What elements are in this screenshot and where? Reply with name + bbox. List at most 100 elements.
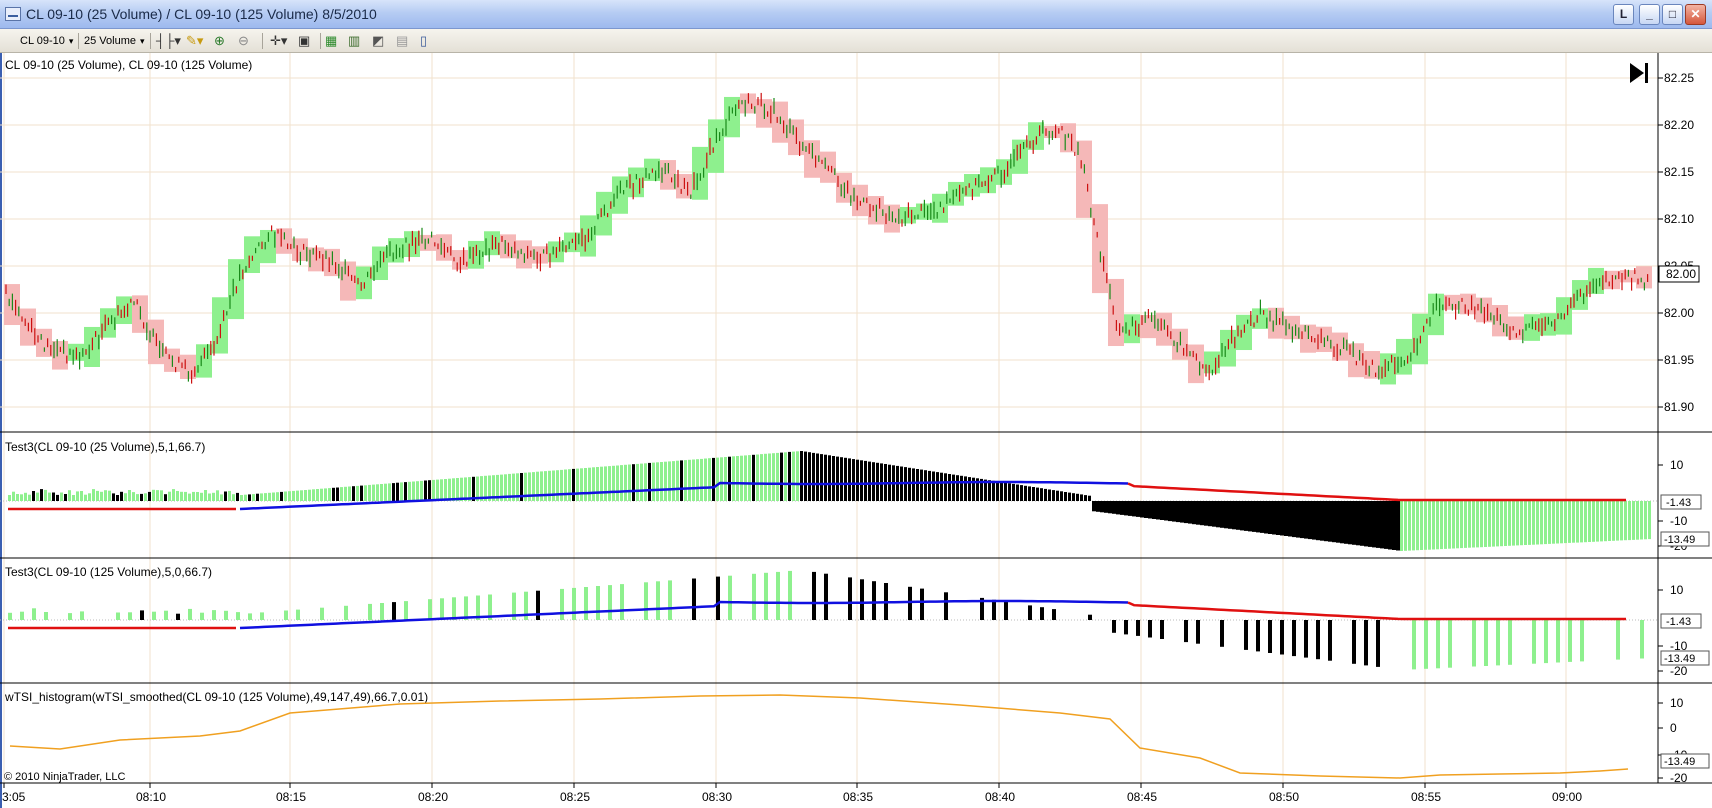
histogram-bar-test3-25 xyxy=(1492,501,1495,547)
histogram-bar-test3-25 xyxy=(1584,501,1587,543)
histogram-bar-test3-25 xyxy=(1128,501,1132,516)
histogram-bar-test3-125 xyxy=(32,608,36,620)
histogram-bar-test3-25 xyxy=(1572,501,1575,543)
histogram-bar-test3-25 xyxy=(28,494,31,501)
histogram-bar-test3-25 xyxy=(152,489,155,501)
histogram-bar-test3-25 xyxy=(12,491,15,501)
histogram-bar-test3-25 xyxy=(440,479,443,501)
histogram-bar-test3-25 xyxy=(728,456,731,501)
chart-trader-icon[interactable]: ▤ xyxy=(396,33,408,49)
histogram-bar-test3-125 xyxy=(116,612,120,620)
histogram-bar-test3-125 xyxy=(848,577,852,620)
indicator-panel-label: Test3(CL 09-10 (25 Volume),5,1,66.7) xyxy=(5,440,205,454)
instrument-selector[interactable]: CL 09-10 xyxy=(20,32,73,50)
histogram-bar-test3-125 xyxy=(1364,620,1368,666)
histogram-bar-test3-25 xyxy=(964,476,967,501)
histogram-bar-test3-25 xyxy=(252,494,255,501)
histogram-bar-test3-25 xyxy=(104,490,107,501)
histogram-bar-test3-25 xyxy=(288,491,291,501)
histogram-bar-test3-25 xyxy=(560,469,563,501)
maximize-button[interactable]: □ xyxy=(1662,4,1683,25)
indicators-icon[interactable]: ▥ xyxy=(348,33,360,49)
close-button[interactable]: ✕ xyxy=(1685,4,1706,25)
histogram-bar-test3-25 xyxy=(1328,501,1332,542)
histogram-bar-test3-25 xyxy=(1616,501,1619,541)
time-tick-label: 09:00 xyxy=(1552,790,1582,804)
histogram-bar-test3-25 xyxy=(612,465,615,501)
histogram-bar-test3-25 xyxy=(248,494,251,501)
zoom-out-icon[interactable]: ⊖ xyxy=(238,33,249,49)
window-title: CL 09-10 (25 Volume) / CL 09-10 (125 Vol… xyxy=(26,6,377,22)
histogram-bar-test3-25 xyxy=(416,481,419,501)
histogram-bar-test3-25 xyxy=(736,456,739,501)
histogram-bar-test3-25 xyxy=(1252,501,1256,532)
histogram-bar-test3-25 xyxy=(1148,501,1152,519)
histogram-bar-test3-25 xyxy=(336,487,339,501)
histogram-bar-test3-25 xyxy=(1532,501,1535,545)
histogram-bar-test3-25 xyxy=(1352,501,1356,545)
histogram-bar-test3-125 xyxy=(8,612,12,620)
histogram-bar-test3-25 xyxy=(744,455,747,501)
data-box-icon[interactable]: ▣ xyxy=(298,33,310,49)
minimize-button[interactable]: _ xyxy=(1639,4,1660,25)
histogram-bar-test3-25 xyxy=(592,467,595,501)
histogram-bar-test3-25 xyxy=(1460,501,1463,549)
histogram-bar-test3-25 xyxy=(824,454,827,501)
strategies-icon[interactable]: ◩ xyxy=(372,33,384,49)
chart-canvas[interactable]: 82.2582.2082.1582.1082.0582.0081.9581.90… xyxy=(0,53,1712,808)
price-tick-label: 82.20 xyxy=(1664,118,1694,132)
play-to-end-icon xyxy=(1630,63,1644,83)
histogram-bar-test3-25 xyxy=(632,464,635,501)
histogram-bar-test3-25 xyxy=(360,485,363,501)
histogram-bar-test3-25 xyxy=(600,466,603,501)
drawing-tool-icon[interactable]: ✎▾ xyxy=(186,33,203,49)
histogram-bar-test3-125 xyxy=(1256,620,1260,652)
histogram-bar-test3-25 xyxy=(328,488,331,501)
bar-type-icon[interactable]: ┤├▾ xyxy=(156,33,181,49)
histogram-bar-test3-25 xyxy=(404,482,407,501)
histogram-bar-test3-125 xyxy=(152,611,156,620)
histogram-bar-test3-125 xyxy=(1244,620,1248,650)
value-badge-label: -13.49 xyxy=(1664,653,1695,665)
histogram-bar-test3-25 xyxy=(172,489,175,501)
properties-icon[interactable]: ▦ xyxy=(325,33,337,49)
histogram-bar-test3-25 xyxy=(392,483,395,501)
histogram-bar-test3-25 xyxy=(856,459,859,501)
histogram-bar-test3-125 xyxy=(1568,620,1572,662)
histogram-bar-test3-25 xyxy=(700,458,703,501)
histogram-bar-test3-125 xyxy=(212,610,216,620)
histogram-bar-test3-125 xyxy=(1148,620,1152,638)
zoom-in-icon[interactable]: ⊕ xyxy=(214,33,225,49)
time-tick-label: 08:35 xyxy=(843,790,873,804)
crosshair-icon[interactable]: ✛▾ xyxy=(270,33,287,49)
histogram-bar-test3-25 xyxy=(860,460,863,501)
histogram-bar-test3-25 xyxy=(1112,501,1116,514)
time-tick-label: 08:55 xyxy=(1411,790,1441,804)
window-linking-icon[interactable]: ▯ xyxy=(420,33,427,49)
histogram-bar-test3-25 xyxy=(1568,501,1571,543)
time-tick-label: 08:40 xyxy=(985,790,1015,804)
histogram-bar-test3-25 xyxy=(188,493,191,501)
histogram-bar-test3-25 xyxy=(412,481,415,501)
histogram-bar-test3-25 xyxy=(1452,501,1455,549)
link-button[interactable]: L xyxy=(1613,4,1634,25)
histogram-bar-test3-25 xyxy=(936,472,939,501)
histogram-bar-test3-25 xyxy=(1380,501,1384,549)
histogram-bar-test3-25 xyxy=(32,491,35,501)
histogram-bar-test3-25 xyxy=(684,460,687,501)
histogram-bar-test3-25 xyxy=(260,493,263,501)
histogram-bar-test3-25 xyxy=(1356,501,1360,546)
histogram-bar-test3-25 xyxy=(772,453,775,501)
period-selector[interactable]: 25 Volume xyxy=(84,32,145,50)
histogram-bar-test3-25 xyxy=(576,468,579,501)
histogram-bar-test3-25 xyxy=(1092,501,1096,512)
histogram-bar-test3-25 xyxy=(424,480,427,501)
histogram-bar-test3-25 xyxy=(1076,493,1079,501)
histogram-bar-test3-125 xyxy=(368,603,372,620)
histogram-bar-test3-25 xyxy=(1512,501,1515,546)
histogram-bar-test3-25 xyxy=(1204,501,1208,526)
histogram-bar-test3-25 xyxy=(60,492,63,501)
histogram-bar-test3-25 xyxy=(544,471,547,501)
histogram-bar-test3-25 xyxy=(832,456,835,501)
histogram-bar-test3-25 xyxy=(92,489,95,501)
